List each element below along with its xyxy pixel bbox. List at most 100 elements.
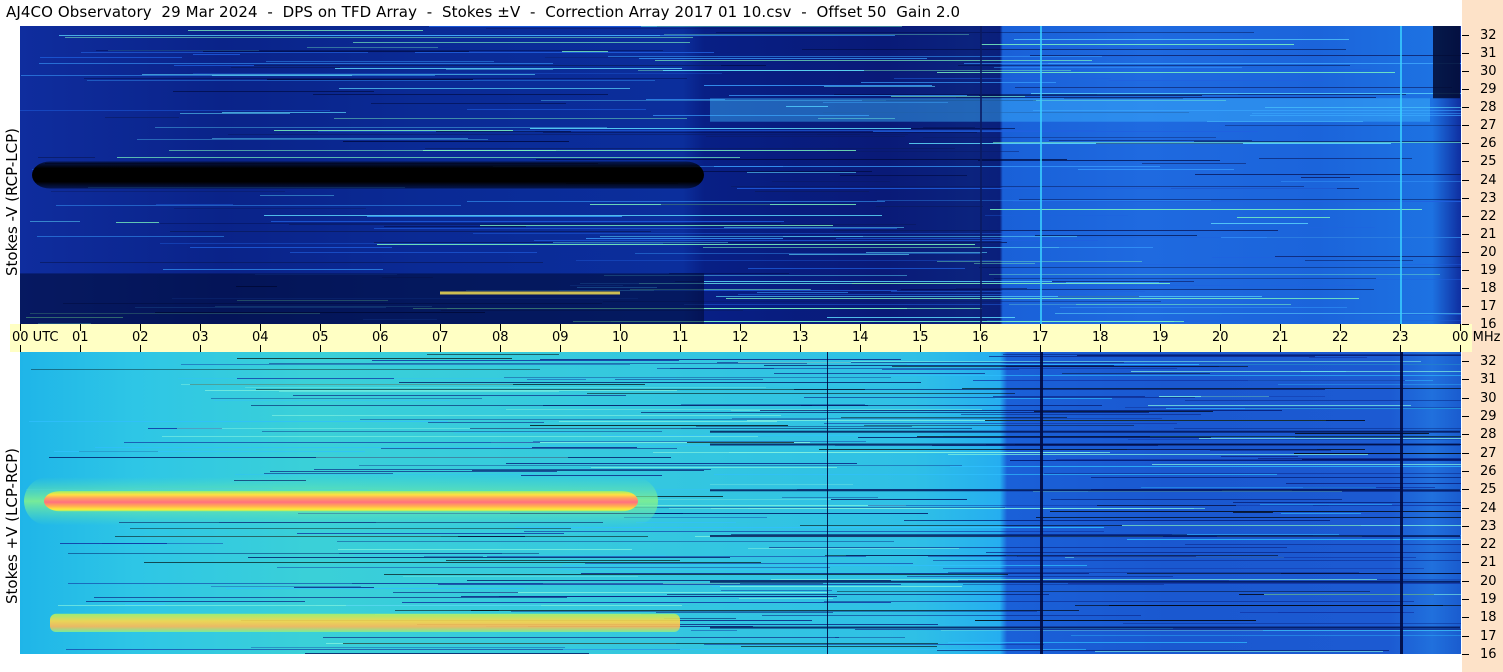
freq-tick-label: 24	[1480, 173, 1497, 188]
time-tick-label: 13	[792, 330, 809, 345]
freq-tick	[1462, 107, 1469, 108]
freq-tick-label: 31	[1480, 46, 1497, 61]
time-tick	[1280, 345, 1281, 352]
time-tick-label: 01	[72, 330, 89, 345]
freq-tick	[1462, 35, 1469, 36]
freq-tick-label: 28	[1480, 100, 1497, 115]
time-tick	[1040, 345, 1041, 352]
freq-tick-label: 30	[1480, 64, 1497, 79]
time-tick	[140, 345, 141, 352]
time-tick-label: 20	[1212, 330, 1229, 345]
dark-horizontal-band	[710, 430, 1460, 433]
dark-lower-region	[20, 273, 704, 324]
time-tick	[320, 324, 321, 331]
freq-tick-label: 18	[1480, 281, 1497, 296]
time-tick	[800, 324, 801, 331]
vertical-interference-line	[1040, 352, 1043, 654]
freq-tick-label: 24	[1480, 501, 1497, 516]
freq-tick	[1462, 288, 1469, 289]
time-tick	[260, 324, 261, 331]
bright-emission-band	[710, 98, 1430, 122]
freq-tick	[1462, 562, 1469, 563]
freq-tick-label: 17	[1480, 299, 1497, 314]
freq-tick	[1462, 125, 1469, 126]
time-tick	[620, 324, 621, 331]
dark-horizontal-band	[710, 489, 1460, 492]
freq-tick	[1462, 379, 1469, 380]
freq-tick	[1462, 581, 1469, 582]
time-tick	[920, 345, 921, 352]
time-tick	[1100, 324, 1101, 331]
time-tick-label: 12	[732, 330, 749, 345]
time-tick-label: 06	[372, 330, 389, 345]
vertical-interference-line	[1400, 26, 1402, 324]
time-tick	[80, 324, 81, 331]
freq-tick	[1462, 453, 1469, 454]
intense-emission-band	[44, 491, 638, 512]
freq-tick	[1462, 270, 1469, 271]
freq-tick	[1462, 398, 1469, 399]
time-tick-label: 04	[252, 330, 269, 345]
freq-tick	[1462, 361, 1469, 362]
time-tick	[260, 345, 261, 352]
vertical-interference-line	[1400, 352, 1403, 654]
freq-tick-label: 20	[1480, 245, 1497, 260]
bottom-ylabel: Stokes +V (LCP-RCP)	[3, 448, 21, 604]
time-tick-label: 22	[1332, 330, 1349, 345]
freq-tick-label: 25	[1480, 154, 1497, 169]
dark-horizontal-band	[710, 443, 1460, 446]
freq-tick	[1462, 654, 1469, 655]
freq-tick	[1462, 471, 1469, 472]
freq-tick	[1462, 143, 1469, 144]
time-tick	[620, 345, 621, 352]
freq-tick-label: 17	[1480, 629, 1497, 644]
time-tick-label: 15	[912, 330, 929, 345]
freq-tick	[1462, 636, 1469, 637]
freq-tick-label: 21	[1480, 555, 1497, 570]
freq-tick-label: 25	[1480, 482, 1497, 497]
freq-tick-label: 29	[1480, 82, 1497, 97]
dark-corner-region	[1433, 26, 1460, 99]
freq-tick-label: 23	[1480, 519, 1497, 534]
time-tick	[1340, 345, 1341, 352]
time-tick	[1160, 345, 1161, 352]
vertical-interference-line	[980, 26, 982, 324]
time-tick	[1460, 324, 1461, 331]
time-tick	[800, 345, 801, 352]
freq-tick-label: 22	[1480, 209, 1497, 224]
vertical-interference-line	[827, 352, 828, 654]
freq-tick	[1462, 526, 1469, 527]
time-tick-label: 07	[432, 330, 449, 345]
emission-streak	[440, 291, 620, 295]
time-tick-label: 10	[612, 330, 629, 345]
time-tick	[1400, 324, 1401, 331]
time-tick	[320, 345, 321, 352]
time-tick	[200, 345, 201, 352]
freq-tick-label: 20	[1480, 574, 1497, 589]
freq-tick	[1462, 324, 1469, 325]
time-tick	[680, 345, 681, 352]
time-tick	[860, 324, 861, 331]
time-tick	[1100, 345, 1101, 352]
time-tick	[1400, 345, 1401, 352]
dark-horizontal-band	[710, 626, 1460, 629]
freq-tick-label: 19	[1480, 263, 1497, 278]
freq-tick	[1462, 198, 1469, 199]
freq-tick	[1462, 544, 1469, 545]
time-tick	[680, 324, 681, 331]
time-tick	[200, 324, 201, 331]
time-tick	[1160, 324, 1161, 331]
chart-title: AJ4CO Observatory 29 Mar 2024 - DPS on T…	[6, 3, 961, 21]
freq-tick-label: 22	[1480, 537, 1497, 552]
freq-tick-label: 19	[1480, 592, 1497, 607]
warm-emission-band	[50, 613, 680, 633]
time-tick-label: 02	[132, 330, 149, 345]
freq-tick	[1462, 489, 1469, 490]
dark-emission-band	[32, 161, 704, 189]
freq-tick	[1462, 599, 1469, 600]
time-tick	[380, 324, 381, 331]
time-tick-label: 16	[972, 330, 989, 345]
time-tick	[740, 324, 741, 331]
freq-tick	[1462, 306, 1469, 307]
time-tick	[440, 345, 441, 352]
